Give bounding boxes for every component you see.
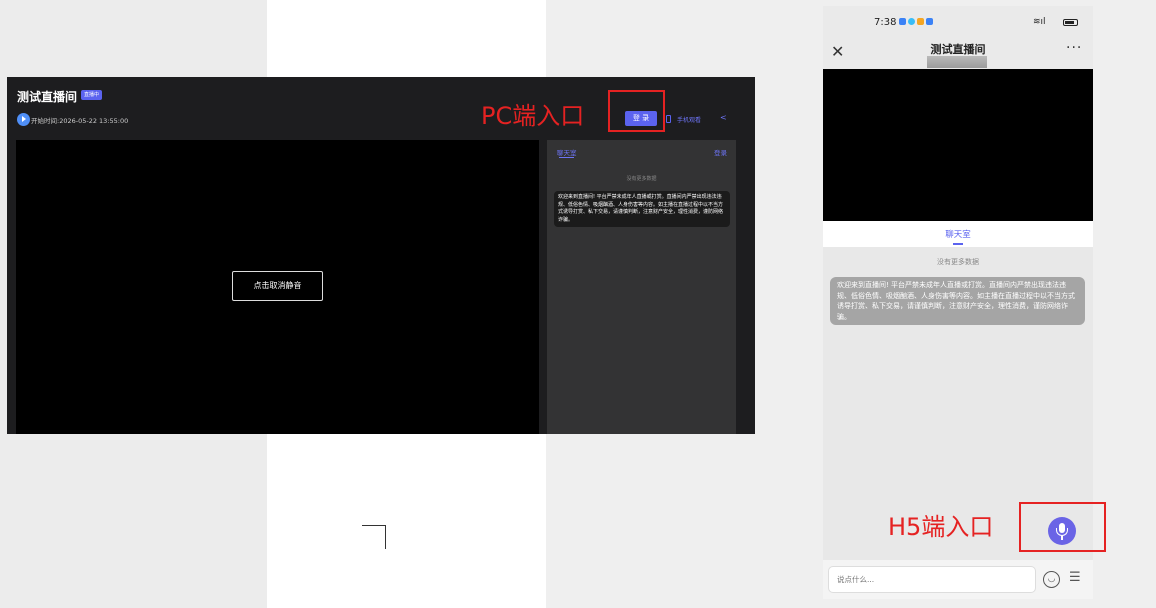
phone-icon[interactable] (666, 115, 671, 123)
tab-chatroom[interactable]: 聊天室 (557, 147, 577, 157)
page-corner-mark (362, 525, 386, 549)
live-status-badge: 直播中 (81, 90, 103, 100)
emoji-icon[interactable]: ◡ (1043, 571, 1060, 588)
welcome-message: 欢迎来到直播间! 平台严禁未成年人直播或打赏。直播间内严禁出现违法违规、低俗色情… (554, 191, 730, 227)
battery-icon (1063, 19, 1078, 26)
tab-active-indicator (559, 157, 574, 158)
pc-video-player[interactable]: 点击取消静音 (16, 140, 539, 434)
start-time: 开始时间:2026-05-22 13:55:00 (31, 117, 129, 125)
status-notification-icons (899, 18, 933, 25)
nav-bar: ✕ 测试直播间 ··· (823, 38, 1093, 69)
share-icon[interactable]: < (720, 113, 727, 122)
list-icon[interactable]: ☰ (1069, 570, 1081, 585)
h5-entry-annotation: H5端入口 (888, 513, 994, 541)
unmute-button[interactable]: 点击取消静音 (232, 271, 323, 301)
no-more-data: 没有更多数据 (626, 176, 657, 182)
pc-chat-panel: 聊天室 登录 没有更多数据 欢迎来到直播间! 平台严禁未成年人直播或打赏。直播间… (547, 140, 736, 434)
no-more-data: 没有更多数据 (937, 258, 979, 266)
welcome-message: 欢迎来到直播间! 平台严禁未成年人直播或打赏。直播间内严禁出现违法违规、低俗色情… (830, 277, 1085, 325)
chat-input-bar: ◡ ☰ (823, 560, 1093, 599)
phone-video-player[interactable] (823, 69, 1093, 221)
more-icon[interactable]: ··· (1066, 40, 1082, 56)
blurred-subtitle (927, 56, 987, 68)
pc-entry-highlight-box (608, 90, 665, 132)
pc-entry-annotation: PC端入口 (481, 102, 585, 130)
tab-chatroom[interactable]: 聊天室 (823, 228, 1093, 240)
status-bar: 7:38 ≋ıl (823, 6, 1093, 38)
signal-icon: ≋ıl (1033, 17, 1046, 27)
pc-room-title: 测试直播间 (17, 90, 78, 104)
phone-tab-bar: 聊天室 (823, 221, 1093, 247)
play-icon (17, 113, 30, 126)
status-time: 7:38 (874, 17, 897, 28)
chat-input[interactable] (828, 566, 1036, 593)
chat-login-link[interactable]: 登录 (714, 147, 727, 157)
h5-entry-highlight-box (1019, 502, 1106, 552)
watch-on-phone-link[interactable]: 手机观看 (677, 115, 701, 124)
phone-room-title: 测试直播间 (930, 43, 986, 56)
tab-active-indicator (953, 243, 963, 245)
